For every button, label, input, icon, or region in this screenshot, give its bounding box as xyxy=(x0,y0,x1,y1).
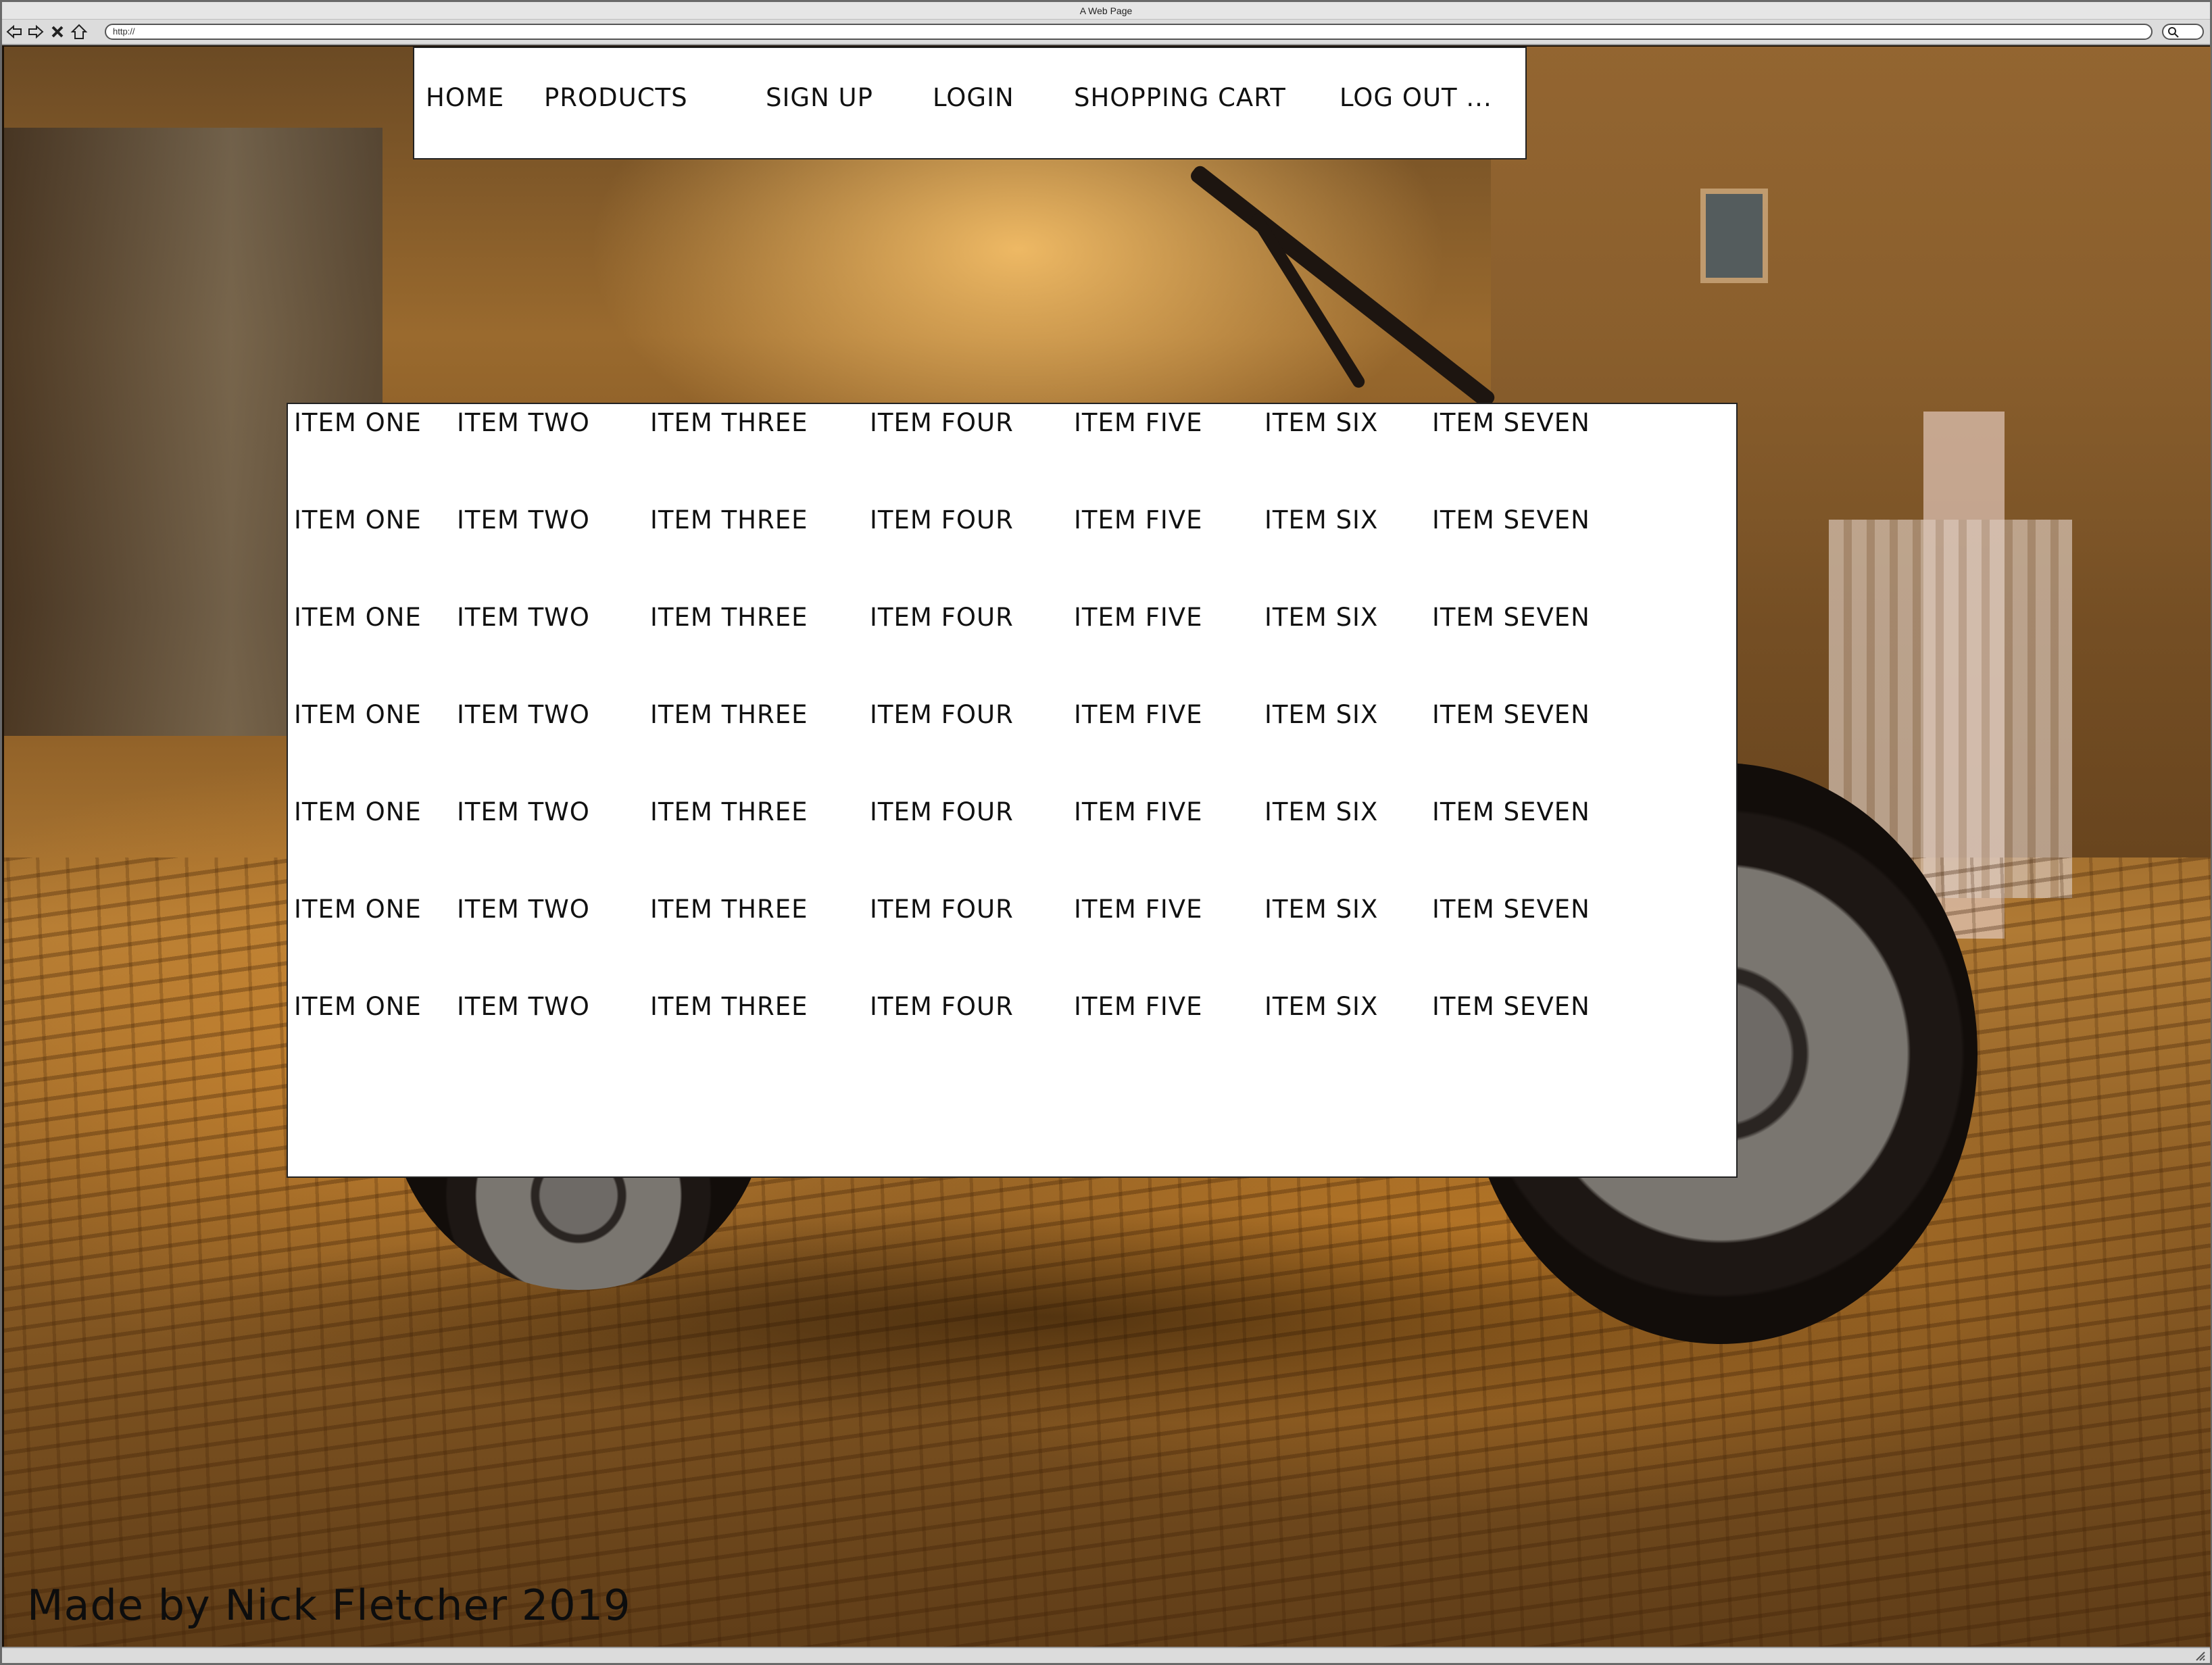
resize-grip-icon[interactable] xyxy=(2194,1649,2206,1662)
product-item[interactable]: ITEM THREE xyxy=(650,992,808,1021)
nav-log-out[interactable]: LOG OUT ... xyxy=(1340,83,1492,112)
url-input[interactable]: http:// xyxy=(105,24,2153,40)
back-arrow-icon xyxy=(6,24,22,39)
product-item[interactable]: ITEM SEVEN xyxy=(1432,797,1590,826)
product-item[interactable]: ITEM FIVE xyxy=(1074,603,1202,632)
product-item[interactable]: ITEM FIVE xyxy=(1074,505,1202,535)
home-icon xyxy=(70,24,88,39)
product-item[interactable]: ITEM FOUR xyxy=(870,797,1014,826)
product-item[interactable]: ITEM TWO xyxy=(457,700,590,729)
product-item[interactable]: ITEM TWO xyxy=(457,408,590,437)
main-navbar: HOME PRODUCTS SIGN UP LOGIN SHOPPING CAR… xyxy=(413,47,1527,159)
product-item[interactable]: ITEM SEVEN xyxy=(1432,603,1590,632)
product-item[interactable]: ITEM FOUR xyxy=(870,992,1014,1021)
product-item[interactable]: ITEM SEVEN xyxy=(1432,408,1590,437)
product-item[interactable]: ITEM ONE xyxy=(294,700,422,729)
nav-products[interactable]: PRODUCTS xyxy=(544,83,688,112)
product-row: ITEM ONE ITEM TWO ITEM THREE ITEM FOUR I… xyxy=(288,895,1736,935)
product-item[interactable]: ITEM FOUR xyxy=(870,700,1014,729)
product-row: ITEM ONE ITEM TWO ITEM THREE ITEM FOUR I… xyxy=(288,700,1736,741)
product-item[interactable]: ITEM FIVE xyxy=(1074,992,1202,1021)
product-item[interactable]: ITEM SIX xyxy=(1264,700,1378,729)
product-item[interactable]: ITEM ONE xyxy=(294,603,422,632)
browser-toolbar: http:// xyxy=(2,20,2210,45)
product-item[interactable]: ITEM TWO xyxy=(457,992,590,1021)
nav-home[interactable]: HOME xyxy=(426,83,504,112)
background-window xyxy=(1700,189,1768,283)
nav-sign-up[interactable]: SIGN UP xyxy=(766,83,873,112)
product-item[interactable]: ITEM THREE xyxy=(650,797,808,826)
forward-arrow-icon xyxy=(28,24,44,39)
page-viewport: HOME PRODUCTS SIGN UP LOGIN SHOPPING CAR… xyxy=(4,47,2211,1649)
home-button[interactable] xyxy=(70,22,89,41)
product-item[interactable]: ITEM SEVEN xyxy=(1432,992,1590,1021)
product-item[interactable]: ITEM TWO xyxy=(457,895,590,924)
motorcycle-handlebar xyxy=(1187,163,1498,411)
nav-shopping-cart[interactable]: SHOPPING CART xyxy=(1074,83,1286,112)
product-item[interactable]: ITEM TWO xyxy=(457,797,590,826)
product-item[interactable]: ITEM THREE xyxy=(650,895,808,924)
product-item[interactable]: ITEM ONE xyxy=(294,895,422,924)
product-item[interactable]: ITEM ONE xyxy=(294,505,422,535)
product-item[interactable]: ITEM FOUR xyxy=(870,505,1014,535)
product-item[interactable]: ITEM ONE xyxy=(294,992,422,1021)
nav-login[interactable]: LOGIN xyxy=(933,83,1014,112)
product-item[interactable]: ITEM FIVE xyxy=(1074,797,1202,826)
close-icon xyxy=(51,26,64,38)
product-item[interactable]: ITEM SIX xyxy=(1264,505,1378,535)
product-item[interactable]: ITEM SEVEN xyxy=(1432,895,1590,924)
browser-window: A Web Page http:// HOME PRODUCTS SIGN UP… xyxy=(0,0,2212,1665)
stop-button[interactable] xyxy=(48,22,67,41)
window-title: A Web Page xyxy=(2,2,2210,20)
product-row: ITEM ONE ITEM TWO ITEM THREE ITEM FOUR I… xyxy=(288,992,1736,1033)
product-item[interactable]: ITEM FOUR xyxy=(870,895,1014,924)
product-item[interactable]: ITEM TWO xyxy=(457,603,590,632)
product-item[interactable]: ITEM ONE xyxy=(294,408,422,437)
product-row: ITEM ONE ITEM TWO ITEM THREE ITEM FOUR I… xyxy=(288,797,1736,838)
product-item[interactable]: ITEM SIX xyxy=(1264,408,1378,437)
product-row: ITEM ONE ITEM TWO ITEM THREE ITEM FOUR I… xyxy=(288,505,1736,546)
product-item[interactable]: ITEM TWO xyxy=(457,505,590,535)
product-item[interactable]: ITEM FIVE xyxy=(1074,895,1202,924)
product-item[interactable]: ITEM FOUR xyxy=(870,603,1014,632)
product-item[interactable]: ITEM THREE xyxy=(650,603,808,632)
back-button[interactable] xyxy=(5,22,24,41)
forward-button[interactable] xyxy=(26,22,45,41)
browser-statusbar xyxy=(2,1647,2210,1663)
product-item[interactable]: ITEM SEVEN xyxy=(1432,700,1590,729)
product-item[interactable]: ITEM SIX xyxy=(1264,797,1378,826)
product-item[interactable]: ITEM FIVE xyxy=(1074,700,1202,729)
footer-credit: Made by Nick Fletcher 2019 xyxy=(27,1581,631,1630)
product-item[interactable]: ITEM ONE xyxy=(294,797,422,826)
product-item[interactable]: ITEM THREE xyxy=(650,408,808,437)
product-item[interactable]: ITEM SIX xyxy=(1264,992,1378,1021)
product-item[interactable]: ITEM FOUR xyxy=(870,408,1014,437)
product-item[interactable]: ITEM SIX xyxy=(1264,603,1378,632)
product-item[interactable]: ITEM FIVE xyxy=(1074,408,1202,437)
product-item[interactable]: ITEM SEVEN xyxy=(1432,505,1590,535)
search-field[interactable] xyxy=(2162,24,2204,40)
product-item[interactable]: ITEM THREE xyxy=(650,700,808,729)
product-item[interactable]: ITEM SIX xyxy=(1264,895,1378,924)
product-row: ITEM ONE ITEM TWO ITEM THREE ITEM FOUR I… xyxy=(288,408,1736,449)
product-item[interactable]: ITEM THREE xyxy=(650,505,808,535)
product-row: ITEM ONE ITEM TWO ITEM THREE ITEM FOUR I… xyxy=(288,603,1736,643)
search-icon xyxy=(2168,27,2179,38)
products-grid: ITEM ONE ITEM TWO ITEM THREE ITEM FOUR I… xyxy=(287,403,1738,1178)
